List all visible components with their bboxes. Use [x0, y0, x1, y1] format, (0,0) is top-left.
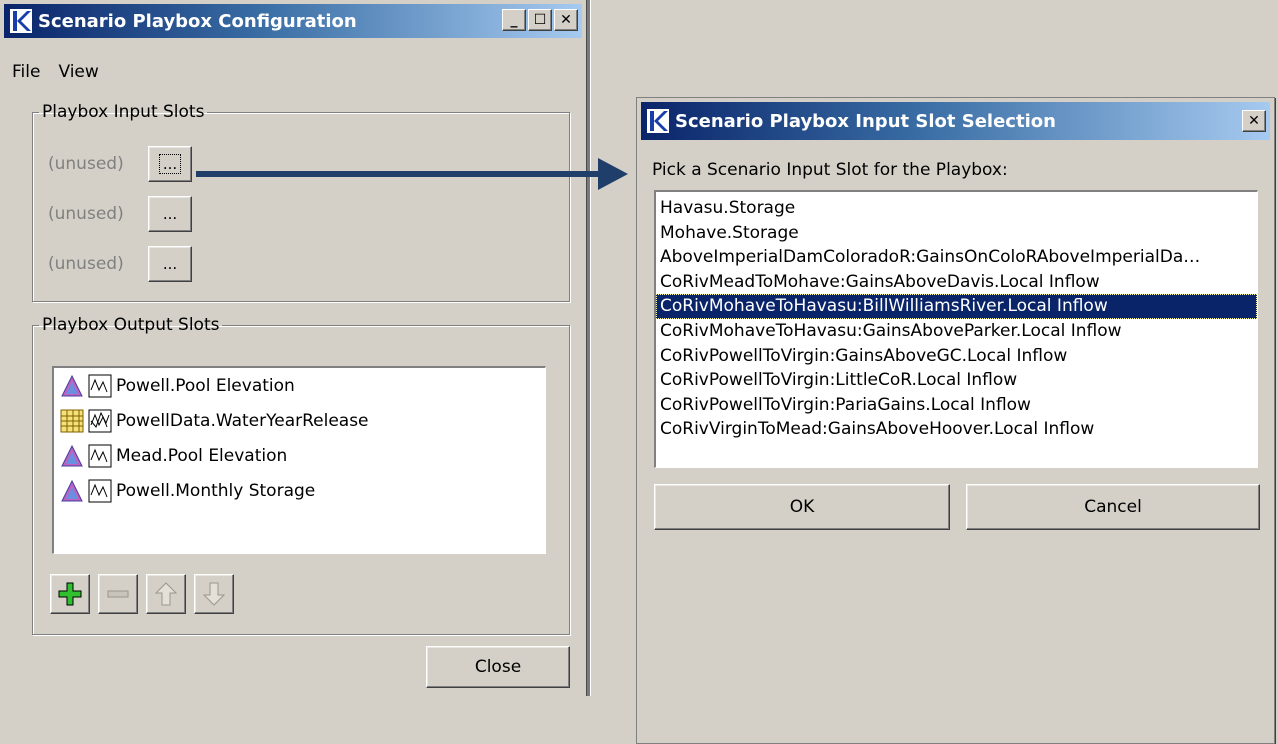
input-slot-list[interactable]: Havasu.Storage Mohave.Storage AboveImper…: [654, 190, 1258, 468]
list-item[interactable]: CoRivMeadToMohave:GainsAboveDavis.Local …: [656, 270, 1257, 295]
playbox-configuration-window: Scenario Playbox Configuration _ ☐ ✕ Fil…: [0, 0, 586, 696]
input-slot-browse-button[interactable]: ...: [148, 196, 192, 232]
timeseries-plot-icon: [88, 374, 112, 397]
list-item[interactable]: PowellData.WaterYearRelease: [54, 403, 545, 438]
input-slot-label: (unused): [48, 154, 124, 174]
arrow-down-icon: [202, 582, 226, 606]
dialog-prompt: Pick a Scenario Input Slot for the Playb…: [652, 160, 1008, 180]
move-up-button[interactable]: [146, 574, 186, 614]
dialog-title: Scenario Playbox Input Slot Selection: [675, 110, 1056, 132]
minus-icon: [107, 590, 129, 598]
move-down-button[interactable]: [194, 574, 234, 614]
timeseries-plot-icon: [88, 479, 112, 502]
riverware-logo-icon: [647, 109, 669, 133]
add-slot-button[interactable]: [50, 574, 90, 614]
remove-slot-button[interactable]: [98, 574, 138, 614]
dialog-title-bar[interactable]: Scenario Playbox Input Slot Selection ✕: [641, 102, 1270, 140]
timeseries-plot-icon: [88, 409, 112, 432]
riverware-logo-icon: [10, 9, 32, 33]
list-item[interactable]: Powell.Pool Elevation: [54, 368, 545, 403]
list-item[interactable]: Powell.Monthly Storage: [54, 473, 545, 508]
output-slot-toolbar: [50, 574, 234, 614]
list-item[interactable]: CoRivPowellToVirgin:PariaGains.Local Inf…: [656, 393, 1257, 418]
dialog-close-button[interactable]: ✕: [1242, 110, 1266, 132]
input-slot-row: (unused) ...: [48, 246, 192, 282]
config-title: Scenario Playbox Configuration: [38, 10, 357, 32]
list-item[interactable]: CoRivPowellToVirgin:GainsAboveGC.Local I…: [656, 344, 1257, 369]
reservoir-icon: [61, 374, 83, 396]
reservoir-icon: [61, 444, 83, 466]
list-item-selected[interactable]: CoRivMohaveToHavasu:BillWilliamsRiver.Lo…: [656, 294, 1257, 319]
list-item[interactable]: Mohave.Storage: [656, 221, 1257, 246]
menu-view[interactable]: View: [58, 60, 98, 84]
list-item[interactable]: CoRivMohaveToHavasu:GainsAboveParker.Loc…: [656, 319, 1257, 344]
reservoir-icon: [61, 479, 83, 501]
timeseries-plot-icon: [88, 444, 112, 467]
data-table-icon: [60, 409, 84, 432]
output-slots-legend: Playbox Output Slots: [42, 315, 220, 335]
input-slot-row: (unused) ...: [48, 196, 192, 232]
input-slot-label: (unused): [48, 204, 124, 224]
list-item[interactable]: CoRivVirginToMead:GainsAboveHoover.Local…: [656, 417, 1257, 442]
maximize-button[interactable]: ☐: [528, 9, 552, 31]
input-slot-label: (unused): [48, 254, 124, 274]
list-item[interactable]: CoRivPowellToVirgin:LittleCoR.Local Infl…: [656, 368, 1257, 393]
close-window-button[interactable]: ✕: [554, 9, 578, 31]
output-slot-label: Powell.Pool Elevation: [116, 375, 295, 396]
minimize-button[interactable]: _: [502, 9, 526, 31]
config-title-bar[interactable]: Scenario Playbox Configuration _ ☐ ✕: [4, 4, 582, 38]
minimize-icon: _: [510, 12, 518, 28]
cancel-button[interactable]: Cancel: [966, 484, 1260, 530]
input-slot-browse-button[interactable]: ...: [148, 246, 192, 282]
input-slots-legend: Playbox Input Slots: [42, 102, 205, 122]
output-slot-label: Mead.Pool Elevation: [116, 445, 288, 466]
list-item[interactable]: Havasu.Storage: [656, 196, 1257, 221]
output-slot-label: PowellData.WaterYearRelease: [116, 410, 369, 431]
plus-icon: [58, 582, 82, 606]
close-button[interactable]: Close: [426, 646, 570, 688]
output-slots-list[interactable]: Powell.Pool Elevation PowellData.WaterYe…: [52, 366, 546, 554]
input-slot-browse-button[interactable]: ...: [148, 146, 192, 182]
input-slot-row: (unused) ...: [48, 146, 192, 182]
window-divider: [586, 0, 591, 696]
close-icon: ✕: [560, 12, 572, 28]
menu-file[interactable]: File: [12, 60, 40, 84]
close-icon: ✕: [1248, 113, 1260, 129]
list-item[interactable]: AboveImperialDamColoradoR:GainsOnColoRAb…: [656, 245, 1257, 270]
list-item[interactable]: Mead.Pool Elevation: [54, 438, 545, 473]
output-slot-label: Powell.Monthly Storage: [116, 480, 316, 501]
arrow-up-icon: [154, 582, 178, 606]
ok-button[interactable]: OK: [654, 484, 950, 530]
menu-bar: File View: [4, 60, 99, 84]
maximize-icon: ☐: [533, 12, 547, 28]
